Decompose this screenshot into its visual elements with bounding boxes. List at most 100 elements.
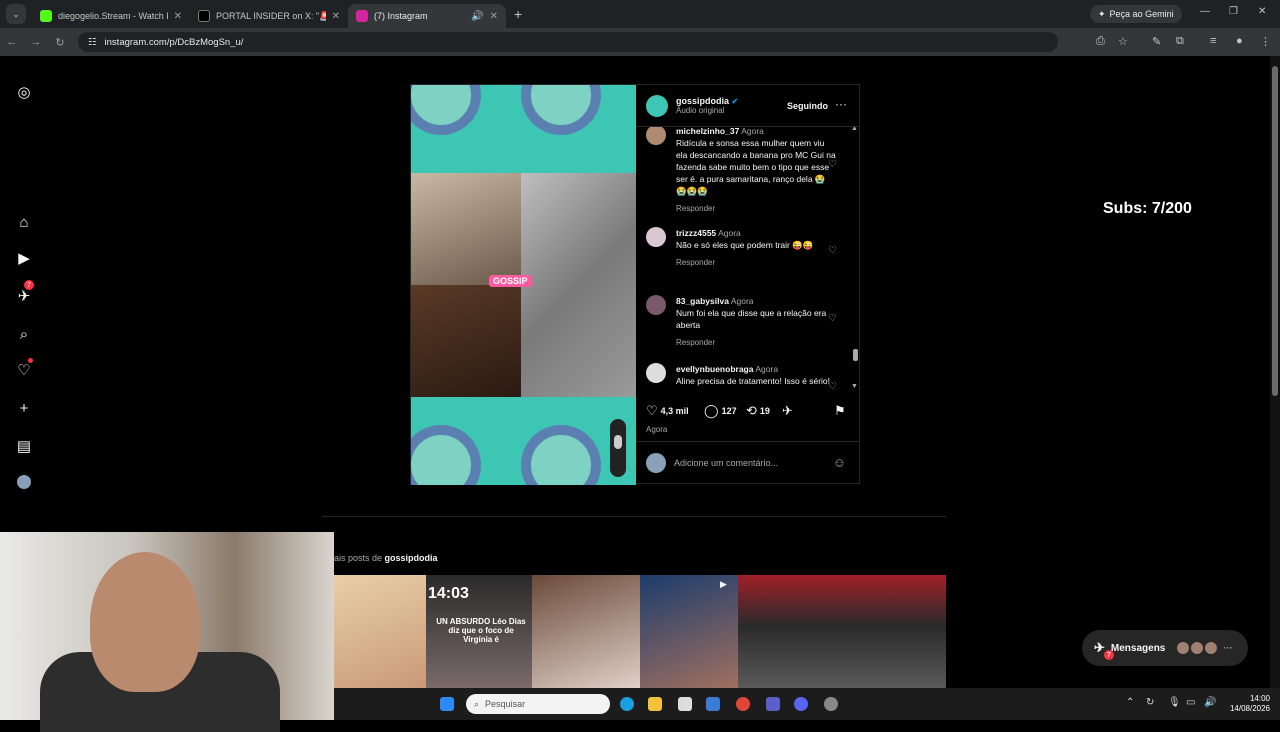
post-thumbnail[interactable] bbox=[334, 575, 426, 688]
thumbnail-caption: UN ABSURDO Léo Dias diz que o foco de Vi… bbox=[436, 617, 526, 644]
menu-icon[interactable]: ⋮ bbox=[1260, 35, 1271, 48]
like-button[interactable]: ♡ 4,3 mil bbox=[646, 403, 689, 419]
minimize-button[interactable]: — bbox=[1200, 6, 1210, 17]
home-icon[interactable]: ⌂ bbox=[14, 212, 34, 232]
volume-slider[interactable] bbox=[610, 419, 626, 477]
repost-button[interactable]: ⟲ 19 bbox=[746, 403, 770, 419]
reload-button[interactable]: ↻ bbox=[48, 36, 72, 49]
comment-item: trizzz4555 Agora Não e só eles que podem… bbox=[646, 227, 836, 269]
pen-icon[interactable]: ✎ bbox=[1152, 35, 1161, 48]
site-info-icon[interactable]: ☷ bbox=[88, 37, 97, 48]
extensions-icon[interactable]: ⧉ bbox=[1176, 35, 1184, 48]
commenter-name[interactable]: michelzinho_37 bbox=[676, 127, 739, 136]
url-input[interactable]: ☷ instagram.com/p/DcBzMogSn_u/ bbox=[78, 32, 1058, 52]
tab-x[interactable]: PORTAL INSIDER on X: "🚨 Vaza ✕ bbox=[190, 4, 348, 28]
post-actions: ♡ 4,3 mil ◯ 127 ⟲ 19 ✈ ⚑ bbox=[636, 395, 860, 435]
microphone-icon[interactable]: 🎙 bbox=[1168, 697, 1181, 708]
commenter-avatar[interactable] bbox=[646, 127, 666, 145]
tab-title: PORTAL INSIDER on X: "🚨 Vaza bbox=[216, 10, 326, 21]
scroll-up-icon[interactable]: ▲ bbox=[851, 127, 858, 132]
tab-list-icon[interactable]: ≡ bbox=[1210, 35, 1216, 47]
page-scrollbar-thumb[interactable] bbox=[1272, 66, 1278, 396]
new-tab-button[interactable]: + bbox=[514, 6, 522, 22]
tab-kick[interactable]: diegogelio.Stream - Watch Live ✕ bbox=[32, 4, 190, 28]
audio-label[interactable]: Áudio original bbox=[676, 106, 738, 115]
close-icon[interactable]: ✕ bbox=[490, 11, 498, 22]
like-comment-heart-icon[interactable]: ♡ bbox=[828, 245, 837, 256]
commenter-avatar[interactable] bbox=[646, 363, 666, 383]
close-icon[interactable]: ✕ bbox=[332, 11, 340, 22]
post-thumbnail[interactable] bbox=[532, 575, 640, 688]
volume-slider-knob[interactable] bbox=[614, 435, 622, 449]
profile-avatar[interactable]: ● bbox=[1236, 35, 1243, 47]
author-avatar[interactable] bbox=[646, 94, 668, 117]
reply-button[interactable]: Responder bbox=[676, 257, 836, 269]
bookmark-star-icon[interactable]: ☆ bbox=[1118, 35, 1128, 48]
messages-icon[interactable]: ✈ 7 bbox=[14, 280, 34, 306]
page-scrollbar[interactable] bbox=[1270, 56, 1280, 688]
back-button[interactable]: ← bbox=[0, 36, 24, 48]
profile-avatar[interactable] bbox=[14, 472, 34, 492]
teams-icon[interactable] bbox=[766, 697, 780, 711]
messages-button[interactable]: ✈ 7 Mensagens ··· bbox=[1082, 630, 1248, 666]
create-icon[interactable]: + bbox=[14, 398, 34, 418]
instagram-logo-icon[interactable]: ◎ bbox=[14, 82, 34, 102]
comment-button[interactable]: ◯ 127 bbox=[704, 403, 737, 419]
store-icon[interactable] bbox=[678, 697, 692, 711]
like-comment-heart-icon[interactable]: ♡ bbox=[828, 381, 837, 392]
close-icon[interactable]: ✕ bbox=[174, 11, 182, 22]
comment-text: Num foi ela que disse que a relação era … bbox=[676, 308, 827, 330]
commenter-avatar[interactable] bbox=[646, 295, 666, 315]
reply-button[interactable]: Responder bbox=[676, 203, 836, 215]
reply-button[interactable]: Responder bbox=[676, 337, 836, 349]
tray-chevron-icon[interactable]: ⌃ bbox=[1126, 697, 1134, 708]
comment-input[interactable]: Adicione um comentário... bbox=[674, 458, 825, 468]
reels-icon[interactable]: ▶ bbox=[14, 248, 34, 268]
dashboard-icon[interactable]: ▤ bbox=[14, 436, 34, 456]
post-thumbnail[interactable]: 14:03 UN ABSURDO Léo Dias diz que o foco… bbox=[426, 575, 532, 688]
save-button[interactable]: ⚑ bbox=[834, 403, 846, 419]
windows-start-icon[interactable] bbox=[440, 697, 454, 711]
mail-icon[interactable] bbox=[706, 697, 720, 711]
windows-taskbar: ⌕ Pesquisar ⌃ ↻ 🎙 ▭ 🔊 14:00 14/08/2026 bbox=[334, 688, 1280, 720]
scrollbar-thumb[interactable] bbox=[853, 349, 858, 361]
following-button[interactable]: Seguindo bbox=[787, 101, 828, 111]
more-posts-user[interactable]: gossipdodia bbox=[385, 553, 438, 563]
emoji-icon[interactable]: ☺ bbox=[833, 455, 846, 470]
chrome-icon[interactable] bbox=[736, 697, 750, 711]
notifications-heart-icon[interactable]: ♡ bbox=[14, 358, 34, 380]
commenter-name[interactable]: evellynbuenobraga bbox=[676, 364, 753, 374]
install-app-icon[interactable]: ⎙ bbox=[1096, 35, 1105, 48]
tab-instagram[interactable]: (7) Instagram 🔊 ✕ bbox=[348, 4, 506, 28]
file-explorer-icon[interactable] bbox=[648, 697, 662, 711]
tab-search-button[interactable]: ⌄ bbox=[6, 4, 26, 24]
taskbar-search[interactable]: ⌕ Pesquisar bbox=[466, 694, 610, 714]
maximize-button[interactable]: ❐ bbox=[1229, 6, 1238, 17]
volume-icon[interactable]: 🔊 bbox=[1204, 697, 1216, 708]
author-username[interactable]: gossipdodia bbox=[676, 96, 729, 106]
post-thumbnail[interactable] bbox=[738, 575, 946, 688]
commenter-name[interactable]: trizzz4555 bbox=[676, 228, 716, 238]
post-video[interactable]: GOSSIP bbox=[411, 85, 636, 485]
app-icon[interactable] bbox=[824, 697, 838, 711]
comments-scrollbar[interactable]: ▲ ▼ bbox=[851, 127, 859, 393]
commenter-avatar[interactable] bbox=[646, 227, 666, 247]
gemini-button[interactable]: ✦ Peça ao Gemini bbox=[1090, 5, 1182, 23]
contact-avatar bbox=[1205, 642, 1218, 654]
edge-icon[interactable] bbox=[620, 697, 634, 711]
commenter-name[interactable]: 83_gabysilva bbox=[676, 296, 729, 306]
sync-icon[interactable]: ↻ bbox=[1146, 697, 1154, 708]
post-thumbnail[interactable]: ▶ bbox=[640, 575, 738, 688]
discord-icon[interactable] bbox=[794, 697, 808, 711]
search-icon[interactable]: ⌕ bbox=[14, 324, 34, 344]
more-options-icon[interactable]: ··· bbox=[835, 97, 847, 111]
system-clock[interactable]: 14:00 14/08/2026 bbox=[1230, 694, 1270, 714]
share-button[interactable]: ✈ bbox=[782, 403, 793, 419]
scroll-down-icon[interactable]: ▼ bbox=[851, 383, 858, 390]
speaker-icon[interactable]: 🔊 bbox=[471, 11, 483, 22]
like-comment-heart-icon[interactable]: ♡ bbox=[828, 313, 837, 324]
close-window-button[interactable]: ✕ bbox=[1258, 6, 1266, 17]
forward-button[interactable]: → bbox=[24, 36, 48, 48]
network-icon[interactable]: ▭ bbox=[1186, 697, 1195, 708]
like-comment-heart-icon[interactable]: ♡ bbox=[828, 159, 837, 170]
